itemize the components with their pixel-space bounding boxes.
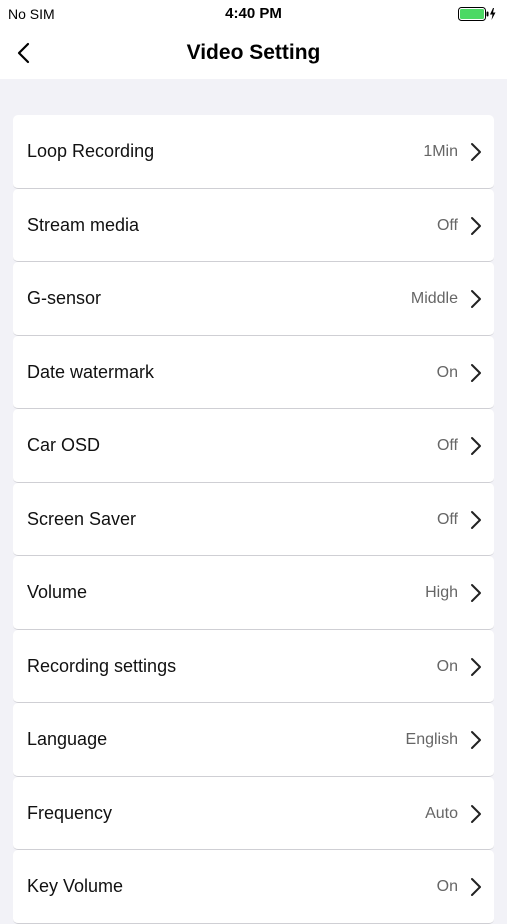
setting-value: On (436, 363, 458, 381)
page-title: Video Setting (186, 41, 321, 64)
settings-row-car-osd[interactable]: Car OSD Off (13, 409, 494, 483)
settings-row-frequency[interactable]: Frequency Auto (13, 776, 494, 850)
chevron-right-icon (470, 216, 482, 236)
chevron-right-icon (470, 363, 482, 383)
setting-value: On (436, 878, 458, 895)
settings-row-g-sensor[interactable]: G-sensor Middle (13, 262, 494, 336)
setting-label: Loop Recording (27, 141, 155, 161)
battery-charging-icon (458, 7, 498, 21)
setting-label: G-sensor (27, 288, 102, 308)
status-bar: No SIM 4:40 PM (0, 0, 507, 28)
chevron-right-icon (470, 436, 482, 456)
setting-value: Middle (410, 290, 458, 307)
setting-value: 1Min (423, 143, 458, 160)
settings-row-date-watermark[interactable]: Date watermark On (13, 335, 494, 409)
settings-row-screen-saver[interactable]: Screen Saver Off (13, 482, 494, 556)
settings-row-loop-recording[interactable]: Loop Recording 1Min (13, 115, 494, 189)
setting-value: Off (436, 216, 458, 234)
chevron-right-icon (470, 583, 482, 603)
setting-label: Volume (27, 582, 88, 602)
setting-label: Screen Saver (27, 508, 137, 529)
settings-row-language[interactable]: Language English (13, 703, 494, 777)
setting-value: Auto (425, 804, 458, 822)
setting-value: English (405, 731, 458, 748)
settings-list: Loop Recording 1Min Stream media Off G-s… (13, 115, 494, 924)
setting-value: Off (436, 437, 458, 454)
setting-label: Key Volume (27, 876, 124, 896)
chevron-right-icon (470, 730, 482, 750)
chevron-right-icon (470, 510, 482, 530)
setting-label: Car OSD (27, 435, 101, 455)
setting-label: Recording settings (27, 655, 177, 676)
setting-value: High (425, 584, 458, 601)
chevron-right-icon (470, 877, 482, 897)
setting-label: Language (27, 729, 108, 749)
chevron-right-icon (470, 289, 482, 309)
status-time: 4:40 PM (225, 5, 282, 22)
settings-row-volume[interactable]: Volume High (13, 556, 494, 630)
navigation-bar: Video Setting (0, 28, 507, 79)
setting-label: Stream media (27, 214, 140, 235)
setting-value: On (436, 657, 458, 675)
settings-row-key-volume[interactable]: Key Volume On (13, 850, 494, 924)
setting-label: Date watermark (27, 361, 155, 382)
settings-row-stream-media[interactable]: Stream media Off (13, 188, 494, 262)
chevron-right-icon (470, 657, 482, 677)
settings-row-recording-settings[interactable]: Recording settings On (13, 629, 494, 703)
setting-label: Frequency (27, 802, 113, 823)
chevron-right-icon (470, 804, 482, 824)
setting-value: Off (436, 510, 458, 528)
chevron-right-icon (470, 142, 482, 162)
